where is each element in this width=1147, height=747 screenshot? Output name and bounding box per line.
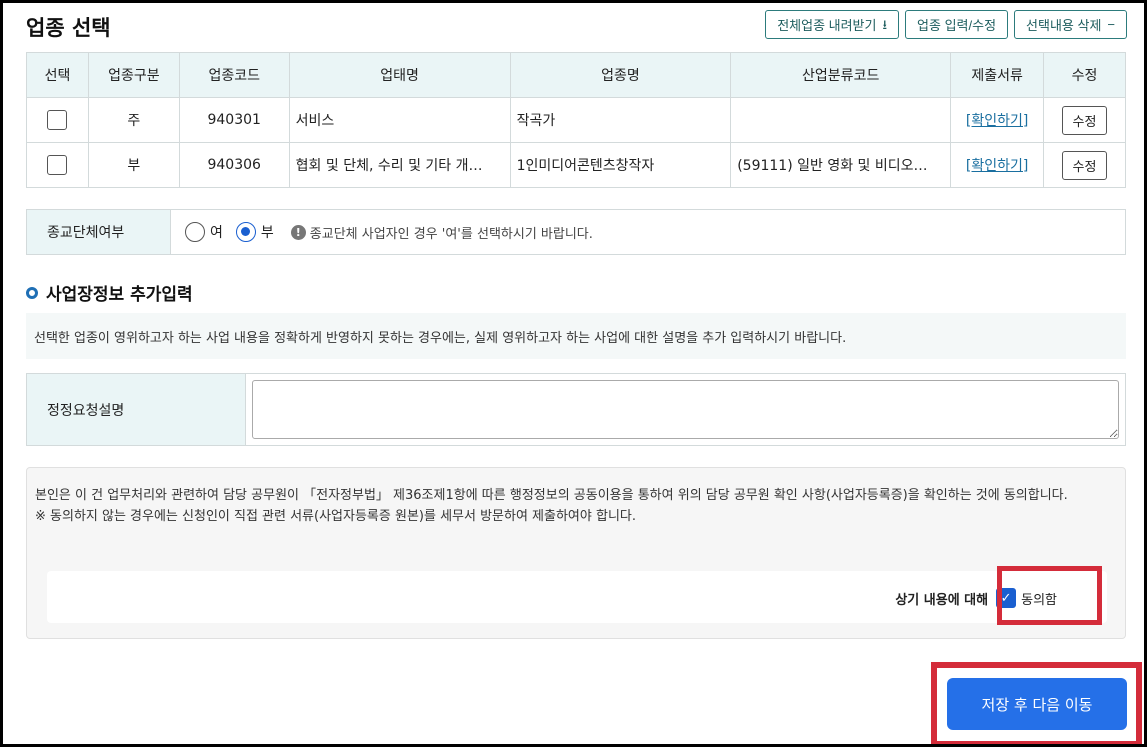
row-business: 협회 및 단체, 수리 및 기타 개… bbox=[288, 142, 511, 188]
religion-row: 종교단체여부 여 부 ! 종교단체 사업자인 경우 '여'를 선택하시기 바랍니… bbox=[26, 209, 1126, 255]
table-row: 주 940301 서비스 작곡가 [확인하기] 수정 bbox=[26, 97, 1126, 143]
col-industry: 업종명 bbox=[509, 52, 732, 98]
col-code: 업종코드 bbox=[178, 52, 290, 98]
consent-box: 본인은 이 건 업무처리와 관련하여 담당 공무원이 「전자정부법」 제36조제… bbox=[26, 467, 1126, 639]
religion-label: 종교단체여부 bbox=[27, 210, 171, 254]
row-type: 주 bbox=[87, 97, 180, 143]
page-title: 업종 선택 bbox=[26, 16, 111, 40]
row-industry: 작곡가 bbox=[509, 97, 732, 143]
row-edit-cell: 수정 bbox=[1043, 142, 1126, 188]
row-edit-cell: 수정 bbox=[1043, 97, 1126, 143]
radio-option-no[interactable]: 부 bbox=[235, 222, 274, 242]
industry-table: 선택 업종구분 업종코드 업태명 업종명 산업분류코드 제출서류 수정 주 94… bbox=[26, 52, 1126, 188]
col-edit: 수정 bbox=[1043, 52, 1126, 98]
consent-text-main: 본인은 이 건 업무처리와 관련하여 담당 공무원이 「전자정부법」 제36조제… bbox=[35, 488, 1068, 503]
agree-prefix: 상기 내용에 대해 bbox=[895, 592, 989, 608]
radio-yes[interactable] bbox=[185, 222, 205, 242]
download-button-label: 전체업종 내려받기 bbox=[777, 18, 877, 33]
consent-text-note: ※ 동의하지 않는 경우에는 신청인이 직접 관련 서류(사업자등록증 원본)를… bbox=[35, 509, 636, 524]
section-title-text: 사업장정보 추가입력 bbox=[46, 285, 193, 305]
section-title: 사업장정보 추가입력 bbox=[26, 280, 193, 305]
row-class-code bbox=[730, 97, 952, 143]
religion-hint: ! 종교단체 사업자인 경우 '여'를 선택하시기 바랍니다. bbox=[290, 223, 593, 242]
table-row: 부 940306 협회 및 단체, 수리 및 기타 개… 1인미디어콘텐츠창작자… bbox=[26, 142, 1126, 188]
request-label: 정정요청설명 bbox=[27, 374, 246, 445]
agree-line: 상기 내용에 대해 ✓ 동의함 bbox=[895, 584, 1061, 612]
download-icon: ⭳ bbox=[882, 17, 888, 32]
agree-label: 동의함 bbox=[1021, 592, 1057, 608]
bullet-icon bbox=[26, 286, 38, 299]
row-select-cell bbox=[26, 142, 89, 188]
row-select-cell bbox=[26, 97, 89, 143]
agree-panel: 상기 내용에 대해 ✓ 동의함 bbox=[47, 571, 1107, 623]
industry-input-button[interactable]: 업종 입력/수정 bbox=[905, 10, 1009, 39]
row-type: 부 bbox=[87, 142, 180, 188]
edit-button[interactable]: 수정 bbox=[1061, 150, 1108, 180]
radio-no[interactable] bbox=[235, 222, 256, 242]
delete-selection-button[interactable]: 선택내용 삭제 − bbox=[1014, 10, 1127, 39]
religion-hint-text: 종교단체 사업자인 경우 '여'를 선택하시기 바랍니다. bbox=[309, 226, 593, 242]
download-all-button[interactable]: 전체업종 내려받기 ⭳ bbox=[765, 10, 900, 39]
row-class-code: (59111) 일반 영화 및 비디오… bbox=[730, 142, 952, 188]
save-next-button[interactable]: 저장 후 다음 이동 bbox=[947, 678, 1127, 730]
agree-checkbox-wrap[interactable]: ✓ 동의함 bbox=[992, 584, 1061, 612]
row-code: 940301 bbox=[178, 97, 290, 143]
confirm-docs-link[interactable]: [확인하기] bbox=[966, 113, 1028, 129]
agree-checkbox[interactable]: ✓ bbox=[996, 588, 1017, 608]
row-industry: 1인미디어콘텐츠창작자 bbox=[509, 142, 732, 188]
table-header-row: 선택 업종구분 업종코드 업태명 업종명 산업분류코드 제출서류 수정 bbox=[26, 52, 1126, 98]
religion-radio-group: 여 부 ! 종교단체 사업자인 경우 '여'를 선택하시기 바랍니다. bbox=[185, 222, 593, 242]
request-row: 정정요청설명 bbox=[26, 373, 1126, 446]
minus-icon: − bbox=[1107, 17, 1115, 32]
col-type: 업종구분 bbox=[87, 52, 180, 98]
col-business: 업태명 bbox=[288, 52, 511, 98]
top-button-group: 전체업종 내려받기 ⭳ 업종 입력/수정 선택내용 삭제 − bbox=[765, 10, 1127, 39]
row-checkbox[interactable] bbox=[47, 110, 68, 130]
delete-button-label: 선택내용 삭제 bbox=[1026, 18, 1102, 33]
info-icon: ! bbox=[290, 224, 306, 240]
row-docs-cell: [확인하기] bbox=[950, 97, 1045, 143]
radio-option-yes[interactable]: 여 bbox=[185, 222, 223, 242]
radio-yes-label: 여 bbox=[210, 225, 223, 241]
col-docs: 제출서류 bbox=[950, 52, 1045, 98]
input-button-label: 업종 입력/수정 bbox=[917, 18, 997, 33]
radio-no-label: 부 bbox=[260, 225, 274, 241]
consent-text: 본인은 이 건 업무처리와 관련하여 담당 공무원이 「전자정부법」 제36조제… bbox=[35, 485, 1117, 527]
section-description: 선택한 업종이 영위하고자 하는 사업 내용을 정확하게 반영하지 못하는 경우… bbox=[26, 313, 1126, 359]
row-code: 940306 bbox=[178, 142, 290, 188]
request-textarea[interactable] bbox=[252, 380, 1119, 439]
edit-button[interactable]: 수정 bbox=[1061, 105, 1108, 135]
col-class-code: 산업분류코드 bbox=[730, 52, 952, 98]
row-checkbox[interactable] bbox=[47, 155, 68, 175]
row-docs-cell: [확인하기] bbox=[950, 142, 1045, 188]
row-business: 서비스 bbox=[288, 97, 511, 143]
col-select: 선택 bbox=[26, 52, 89, 98]
confirm-docs-link[interactable]: [확인하기] bbox=[966, 158, 1028, 174]
